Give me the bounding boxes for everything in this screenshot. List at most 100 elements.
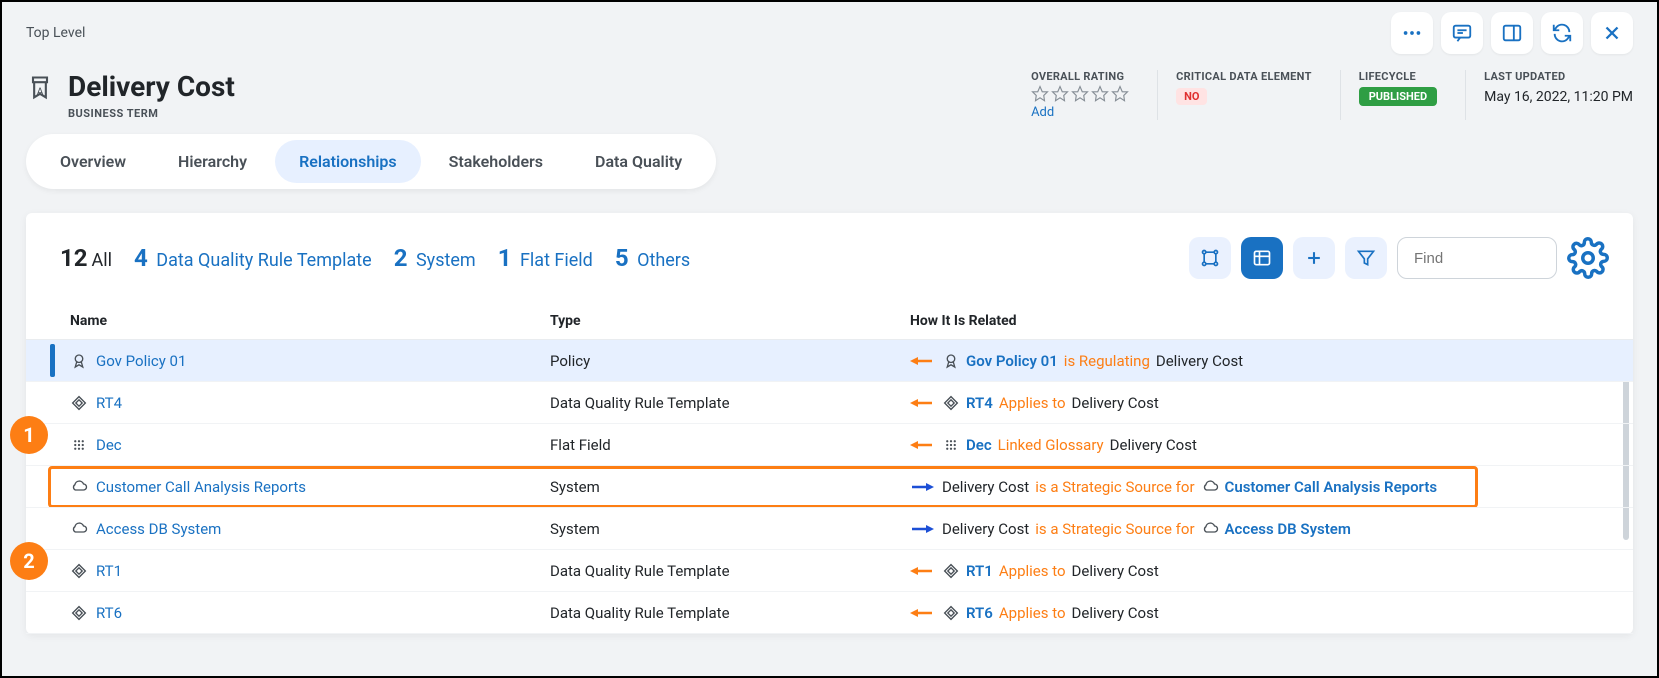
rel-verb: is a Strategic Source for [1035, 520, 1194, 538]
breadcrumb[interactable]: Top Level [26, 25, 85, 41]
panel-icon [1501, 22, 1523, 44]
updated-value: May 16, 2022, 11:20 PM [1484, 89, 1633, 105]
star-icon [1111, 85, 1129, 103]
column-type[interactable]: Type [550, 303, 910, 339]
cloud-icon [1201, 478, 1219, 496]
item-link[interactable]: Gov Policy 01 [96, 352, 186, 370]
rel-object: Delivery Cost [1072, 562, 1159, 580]
diamond-icon [70, 562, 88, 580]
rel-object: Delivery Cost [1072, 394, 1159, 412]
rel-verb: Applies to [999, 562, 1066, 580]
item-link[interactable]: RT6 [96, 604, 122, 622]
filter-flatfield[interactable]: 1 Flat Field [498, 244, 593, 272]
star-icon [1091, 85, 1109, 103]
rel-subject[interactable]: Gov Policy 01 [966, 352, 1058, 370]
item-link[interactable]: RT4 [96, 394, 122, 412]
item-type: Data Quality Rule Template [550, 562, 910, 580]
column-relationship[interactable]: How It Is Related [910, 303, 1589, 339]
arrow-left-icon [910, 396, 934, 410]
rel-verb: Linked Glossary [998, 436, 1104, 454]
rating-stars[interactable] [1031, 85, 1129, 103]
diamond-icon [70, 394, 88, 412]
rel-object: Delivery Cost [1072, 604, 1159, 622]
lifecycle-label: LIFECYCLE [1359, 70, 1437, 83]
close-button[interactable] [1591, 12, 1633, 54]
more-button[interactable] [1391, 12, 1433, 54]
rel-subject[interactable]: RT6 [966, 604, 993, 622]
tab-data-quality[interactable]: Data Quality [571, 140, 706, 183]
rel-subject: Delivery Cost [942, 478, 1029, 496]
tab-overview[interactable]: Overview [36, 140, 150, 183]
page-title: Delivery Cost [68, 70, 235, 103]
table-view-button[interactable] [1241, 237, 1283, 279]
item-link[interactable]: Dec [96, 436, 122, 454]
table-icon [1252, 248, 1272, 268]
cloud-icon [70, 520, 88, 538]
term-icon: A [26, 74, 54, 102]
grid-icon [942, 436, 960, 454]
table-row[interactable]: Gov Policy 01PolicyGov Policy 01 is Regu… [26, 340, 1633, 382]
star-icon [1031, 85, 1049, 103]
item-link[interactable]: RT1 [96, 562, 122, 580]
chat-icon [1451, 22, 1473, 44]
table-row[interactable]: RT1 Data Quality Rule Template RT1 Applies… [26, 550, 1633, 592]
rel-object: Delivery Cost [1156, 352, 1243, 370]
rel-subject[interactable]: RT4 [966, 394, 993, 412]
rel-verb: Applies to [999, 394, 1066, 412]
annotation-callout-2: 2 [10, 542, 48, 580]
item-link[interactable]: Customer Call Analysis Reports [96, 478, 306, 496]
arrow-left-icon [910, 354, 934, 368]
cde-label: CRITICAL DATA ELEMENT [1176, 70, 1312, 83]
tab-hierarchy[interactable]: Hierarchy [154, 140, 271, 183]
grid-icon [70, 436, 88, 454]
table-row[interactable]: Customer Call Analysis ReportsSystemDeli… [26, 466, 1633, 508]
updated-label: LAST UPDATED [1484, 70, 1633, 83]
arrow-left-icon [910, 606, 934, 620]
rel-verb: Applies to [999, 604, 1066, 622]
close-icon [1601, 22, 1623, 44]
filter-others[interactable]: 5 Others [615, 244, 690, 272]
rel-subject[interactable]: RT1 [966, 562, 993, 580]
filter-button[interactable] [1345, 237, 1387, 279]
rating-label: OVERALL RATING [1031, 70, 1129, 83]
refresh-icon [1551, 22, 1573, 44]
diamond-icon [942, 604, 960, 622]
graph-view-button[interactable] [1189, 237, 1231, 279]
arrow-right-icon [910, 522, 934, 536]
rating-add-link[interactable]: Add [1031, 105, 1129, 120]
table-row[interactable]: DecFlat FieldDec Linked Glossary Deliver… [26, 424, 1633, 466]
gear-icon [1567, 237, 1609, 279]
annotation-callout-1: 1 [10, 416, 48, 454]
tab-stakeholders[interactable]: Stakeholders [425, 140, 567, 183]
table-row[interactable]: RT4Data Quality Rule TemplateRT4 Applies… [26, 382, 1633, 424]
add-button[interactable] [1293, 237, 1335, 279]
cloud-icon [70, 478, 88, 496]
panel-button[interactable] [1491, 12, 1533, 54]
column-name[interactable]: Name [70, 303, 550, 339]
table-row[interactable]: RT6Data Quality Rule TemplateRT6 Applies… [26, 592, 1633, 634]
tab-relationships[interactable]: Relationships [275, 140, 421, 183]
item-link[interactable]: Access DB System [96, 520, 221, 538]
graph-icon [1200, 248, 1220, 268]
table-row[interactable]: Access DB SystemSystemDelivery Cost is a… [26, 508, 1633, 550]
rel-object: Delivery Cost [1110, 436, 1197, 454]
comment-button[interactable] [1441, 12, 1483, 54]
rel-verb: is Regulating [1064, 352, 1150, 370]
cloud-icon [1201, 520, 1219, 538]
award-icon [70, 352, 88, 370]
arrow-right-icon [910, 480, 934, 494]
star-icon [1051, 85, 1069, 103]
rel-object[interactable]: Customer Call Analysis Reports [1225, 478, 1438, 496]
cde-badge: NO [1176, 88, 1207, 105]
rel-object[interactable]: Access DB System [1225, 520, 1351, 538]
filter-dqrt[interactable]: 4 Data Quality Rule Template [134, 244, 372, 272]
lifecycle-badge: PUBLISHED [1359, 87, 1437, 106]
svg-text:A: A [37, 85, 44, 98]
search-input[interactable] [1397, 237, 1557, 279]
refresh-button[interactable] [1541, 12, 1583, 54]
settings-button[interactable] [1567, 237, 1609, 279]
rel-subject[interactable]: Dec [966, 436, 992, 454]
diamond-icon [70, 604, 88, 622]
filter-all[interactable]: 12All [60, 244, 112, 272]
filter-system[interactable]: 2 System [394, 244, 476, 272]
